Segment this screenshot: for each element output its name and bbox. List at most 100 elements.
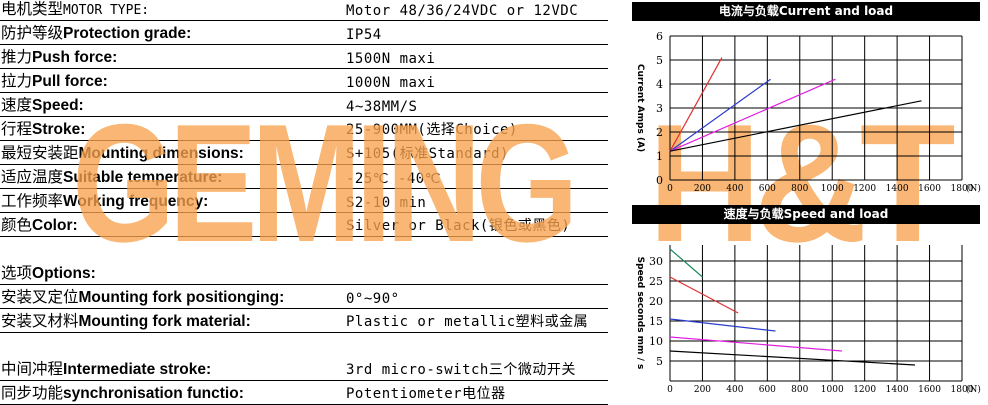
spec-value: Motor 48/36/24VDC or 12VDC [346,3,579,19]
spec-label: 颜色Color: [1,213,78,235]
spec-label: 速度Speed: [1,93,84,115]
spec-label-en: Suitable temperature: [63,169,223,186]
spec-label-cn: 防护等级 [1,24,64,42]
series-line [669,78,771,152]
x-tick-label: 1000 [821,385,844,395]
spec-label: 电机类型MOTOR TYPE: [1,0,149,19]
spec-label-cn: 选项 [1,264,33,282]
spec-row: 工作频率Working frequency: S2-10 min [0,189,608,213]
x-axis-label: (N) [966,384,981,395]
spec-label-cn: 颜色 [1,216,33,234]
series-line [669,350,915,366]
spec-row: 适应温度Suitable temperature: -25℃ -40℃ [0,165,608,189]
x-tick-label: 1600 [918,385,941,395]
spec-label-en: Options: [32,265,96,282]
x-tick-label: 600 [759,385,776,395]
spec-label-cn: 安装叉定位 [1,288,79,306]
spec-label-en: Intermediate stroke: [63,361,212,378]
y-tick-label: 5 [656,355,663,368]
spec-row: 选项Options: [0,261,608,285]
spec-row: 安装叉定位Mounting fork positionging: 0°~90° [0,285,608,309]
spec-label-en: MOTOR TYPE: [63,3,150,18]
y-tick-label: 6 [656,30,663,43]
y-tick-label: 5 [656,54,663,67]
series-line [669,276,739,314]
spec-label: 工作频率Working frequency: [1,189,208,211]
spec-row: 同步功能synchronisation functio: Potentiomete… [0,381,608,405]
current-load-plot: 0 200 400 600 800 1000 1200 1400 1600 1800(N)0123… [635,30,981,194]
spec-label-en: Mounting fork material: [78,313,251,330]
spec-row: 安装叉材料Mounting fork material: Plastic or m… [0,309,608,333]
spec-table: 电机类型MOTOR TYPE: Motor 48/36/24VDC or 12VD… [0,0,612,405]
spec-label-en: Mounting fork positionging: [78,289,285,306]
y-tick-label: 10 [649,335,663,348]
y-axis-label: Speed seconds mm / s [635,257,645,370]
x-tick-label: 0 [667,184,673,194]
spec-label: 安装叉材料Mounting fork material: [1,309,251,331]
spec-label-en: Stroke: [32,121,86,138]
spec-label-cn: 推力 [1,48,33,66]
speed-load-chart: 速度与负载Speed and load 0 200 400 600 800 1000 120… [632,205,988,401]
spec-row: 防护等级Protection grade: IP54 [0,21,608,45]
spec-label: 中间冲程Intermediate stroke: [1,357,211,379]
y-tick-label: 1 [656,150,663,163]
spec-value: -25℃ -40℃ [346,171,441,187]
spec-label-en: Push force: [32,49,118,66]
x-tick-label: 800 [791,385,808,395]
spec-value: Plastic or metallic塑料或金属 [346,314,589,330]
spec-label-en: synchronisation functio: [63,385,244,402]
spec-label-en: Color: [32,217,78,234]
x-tick-label: 200 [694,184,711,194]
spec-label: 防护等级Protection grade: [1,21,191,43]
x-tick-label: 1000 [821,184,844,194]
spec-label-cn: 最短安装距 [1,144,79,162]
y-tick-label: 3 [656,102,663,115]
spec-label-en: Mounting dimensions: [78,145,244,162]
spec-label: 同步功能synchronisation functio: [1,381,244,403]
spec-label: 适应温度Suitable temperature: [1,165,222,187]
series-line [669,57,723,152]
x-tick-label: 1400 [886,385,909,395]
spec-label-cn: 速度 [1,96,33,114]
spec-label-en: Protection grade: [63,25,192,42]
spec-value: 3rd micro-switch三个微动开关 [346,362,576,378]
x-tick-label: 200 [694,385,711,395]
x-tick-label: 400 [726,385,743,395]
speed-load-plot: 0 200 400 600 800 1000 1200 1400 1600 1800(N)5101… [635,245,981,395]
y-tick-label: 4 [656,78,663,91]
y-tick-label: 30 [649,255,663,268]
spec-label-en: Pull force: [32,73,108,90]
spec-row: 速度Speed: 4~38MM/S [0,93,608,117]
spec-value: 1000N maxi [346,75,436,91]
spec-value: S+105(标准Standard) [346,146,509,162]
spec-row: 行程Stroke: 25-900MM(选择Choice) [0,117,608,141]
series-line [669,336,843,352]
y-tick-label: 15 [649,315,663,328]
x-axis-label: (N) [966,183,981,194]
spec-label-cn: 中间冲程 [1,360,64,378]
chart-title: 速度与负载Speed and load [632,205,980,224]
spec-value: 25-900MM(选择Choice) [346,122,518,138]
y-tick-label: 25 [649,275,663,288]
spec-label-cn: 工作频率 [1,192,64,210]
x-tick-label: 800 [791,184,808,194]
spec-value: S2-10 min [346,195,427,211]
y-axis-label: Current Amps (A) [635,64,645,152]
spec-label-en: Speed: [32,97,84,114]
x-tick-label: 0 [667,385,673,395]
spec-label: 安装叉定位Mounting fork positionging: [1,285,284,307]
spec-row: 中间冲程Intermediate stroke: 3rd micro-switch… [0,357,608,381]
y-tick-label: 2 [656,126,663,139]
spec-label: 推力Push force: [1,45,117,67]
spec-row: 颜色Color: Silver or Black(银色或黑色) [0,213,608,237]
y-tick-label: 0 [656,174,663,187]
x-tick-label: 600 [759,184,776,194]
x-tick-label: 1200 [853,184,876,194]
series-line [669,248,703,278]
spec-value: IP54 [346,27,382,43]
spec-label-cn: 拉力 [1,72,33,90]
spec-label-cn: 同步功能 [1,384,64,402]
spec-label-cn: 安装叉材料 [1,312,79,330]
x-tick-label: 1400 [886,184,909,194]
spec-value: Silver or Black(银色或黑色) [346,218,571,234]
